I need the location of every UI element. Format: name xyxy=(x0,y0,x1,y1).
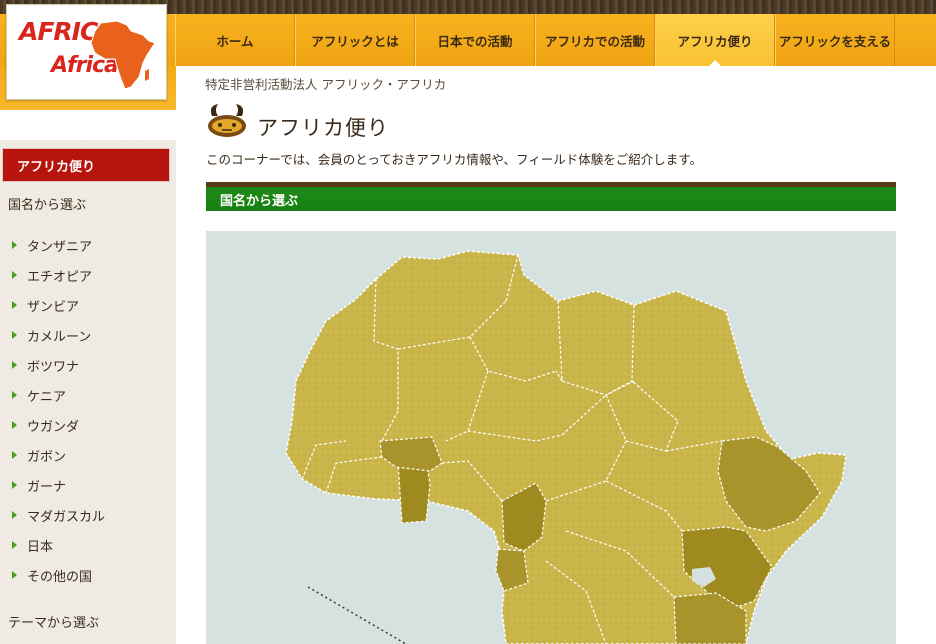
nav-item-5[interactable]: アフリックを支える xyxy=(775,14,895,66)
sidebar-country-item[interactable]: マダガスカル xyxy=(12,500,172,530)
sidebar: アフリカ便り 国名から選ぶ タンザニアエチオピアザンビアカメルーンボツワナケニア… xyxy=(0,140,176,644)
sidebar-country-label: ボツワナ xyxy=(27,359,80,375)
sidebar-country-label: カメルーン xyxy=(27,329,92,345)
sidebar-heading-country: 国名から選ぶ xyxy=(8,198,87,213)
mask-icon xyxy=(208,104,246,137)
bullet-arrow-icon xyxy=(12,361,17,369)
africa-logo-icon xyxy=(90,20,156,90)
nav-item-1[interactable]: アフリックとは xyxy=(295,14,415,66)
sidebar-country-label: ザンビア xyxy=(27,299,80,315)
sidebar-country-list: タンザニアエチオピアザンビアカメルーンボツワナケニアウガンダガボンガーナマダガス… xyxy=(12,230,172,590)
sidebar-country-item[interactable]: 日本 xyxy=(12,530,172,560)
sidebar-heading-theme: テーマから選ぶ xyxy=(8,616,100,631)
org-name: 特定非営利活動法人 アフリック・アフリカ xyxy=(205,77,447,92)
sidebar-country-label: ガボン xyxy=(27,449,67,465)
bullet-arrow-icon xyxy=(12,331,17,339)
sidebar-country-item[interactable]: その他の国 xyxy=(12,560,172,590)
nav-item-3[interactable]: アフリカでの活動 xyxy=(535,14,655,66)
sidebar-country-item[interactable]: ケニア xyxy=(12,380,172,410)
sidebar-country-label: ウガンダ xyxy=(27,419,80,435)
sidebar-current[interactable]: アフリカ便り xyxy=(2,148,170,182)
sidebar-country-label: エチオピア xyxy=(27,269,93,285)
sidebar-country-label: その他の国 xyxy=(27,569,93,585)
logo-line1: AFRIC xyxy=(19,17,98,46)
global-nav: ホーム アフリックとは 日本での活動 アフリカでの活動 アフリカ便り アフリックを支える xyxy=(175,14,895,67)
sidebar-country-label: ガーナ xyxy=(27,479,67,495)
site-logo[interactable]: AFRIC Africa xyxy=(6,4,167,100)
sidebar-country-label: マダガスカル xyxy=(27,509,106,525)
bullet-arrow-icon xyxy=(12,511,17,519)
section-header: 国名から選ぶ xyxy=(206,182,896,211)
sidebar-country-label: ケニア xyxy=(27,389,67,405)
sidebar-country-item[interactable]: ウガンダ xyxy=(12,410,172,440)
nav-item-4[interactable]: アフリカ便り xyxy=(655,14,775,67)
bullet-arrow-icon xyxy=(12,541,17,549)
sidebar-country-item[interactable]: ガーナ xyxy=(12,470,172,500)
sidebar-country-label: タンザニア xyxy=(27,239,93,255)
sidebar-country-item[interactable]: カメルーン xyxy=(12,320,172,350)
sidebar-country-item[interactable]: ガボン xyxy=(12,440,172,470)
bullet-arrow-icon xyxy=(12,451,17,459)
sidebar-country-label: 日本 xyxy=(27,539,54,555)
bullet-arrow-icon xyxy=(12,391,17,399)
africa-map xyxy=(206,231,896,644)
bullet-arrow-icon xyxy=(12,241,17,249)
sidebar-country-item[interactable]: エチオピア xyxy=(12,260,172,290)
page-title: アフリカ便り xyxy=(257,116,389,140)
bullet-arrow-icon xyxy=(12,271,17,279)
intro-text: このコーナーでは、会員のとっておきアフリカ情報や、フィールド体験をご紹介します。 xyxy=(206,152,703,167)
nav-item-2[interactable]: 日本での活動 xyxy=(415,14,535,66)
bullet-arrow-icon xyxy=(12,481,17,489)
map-leader-line xyxy=(307,586,407,644)
sidebar-country-item[interactable]: ボツワナ xyxy=(12,350,172,380)
bullet-arrow-icon xyxy=(12,571,17,579)
nav-item-0[interactable]: ホーム xyxy=(175,14,295,66)
bullet-arrow-icon xyxy=(12,421,17,429)
sidebar-country-item[interactable]: ザンビア xyxy=(12,290,172,320)
bullet-arrow-icon xyxy=(12,301,17,309)
sidebar-country-item[interactable]: タンザニア xyxy=(12,230,172,260)
